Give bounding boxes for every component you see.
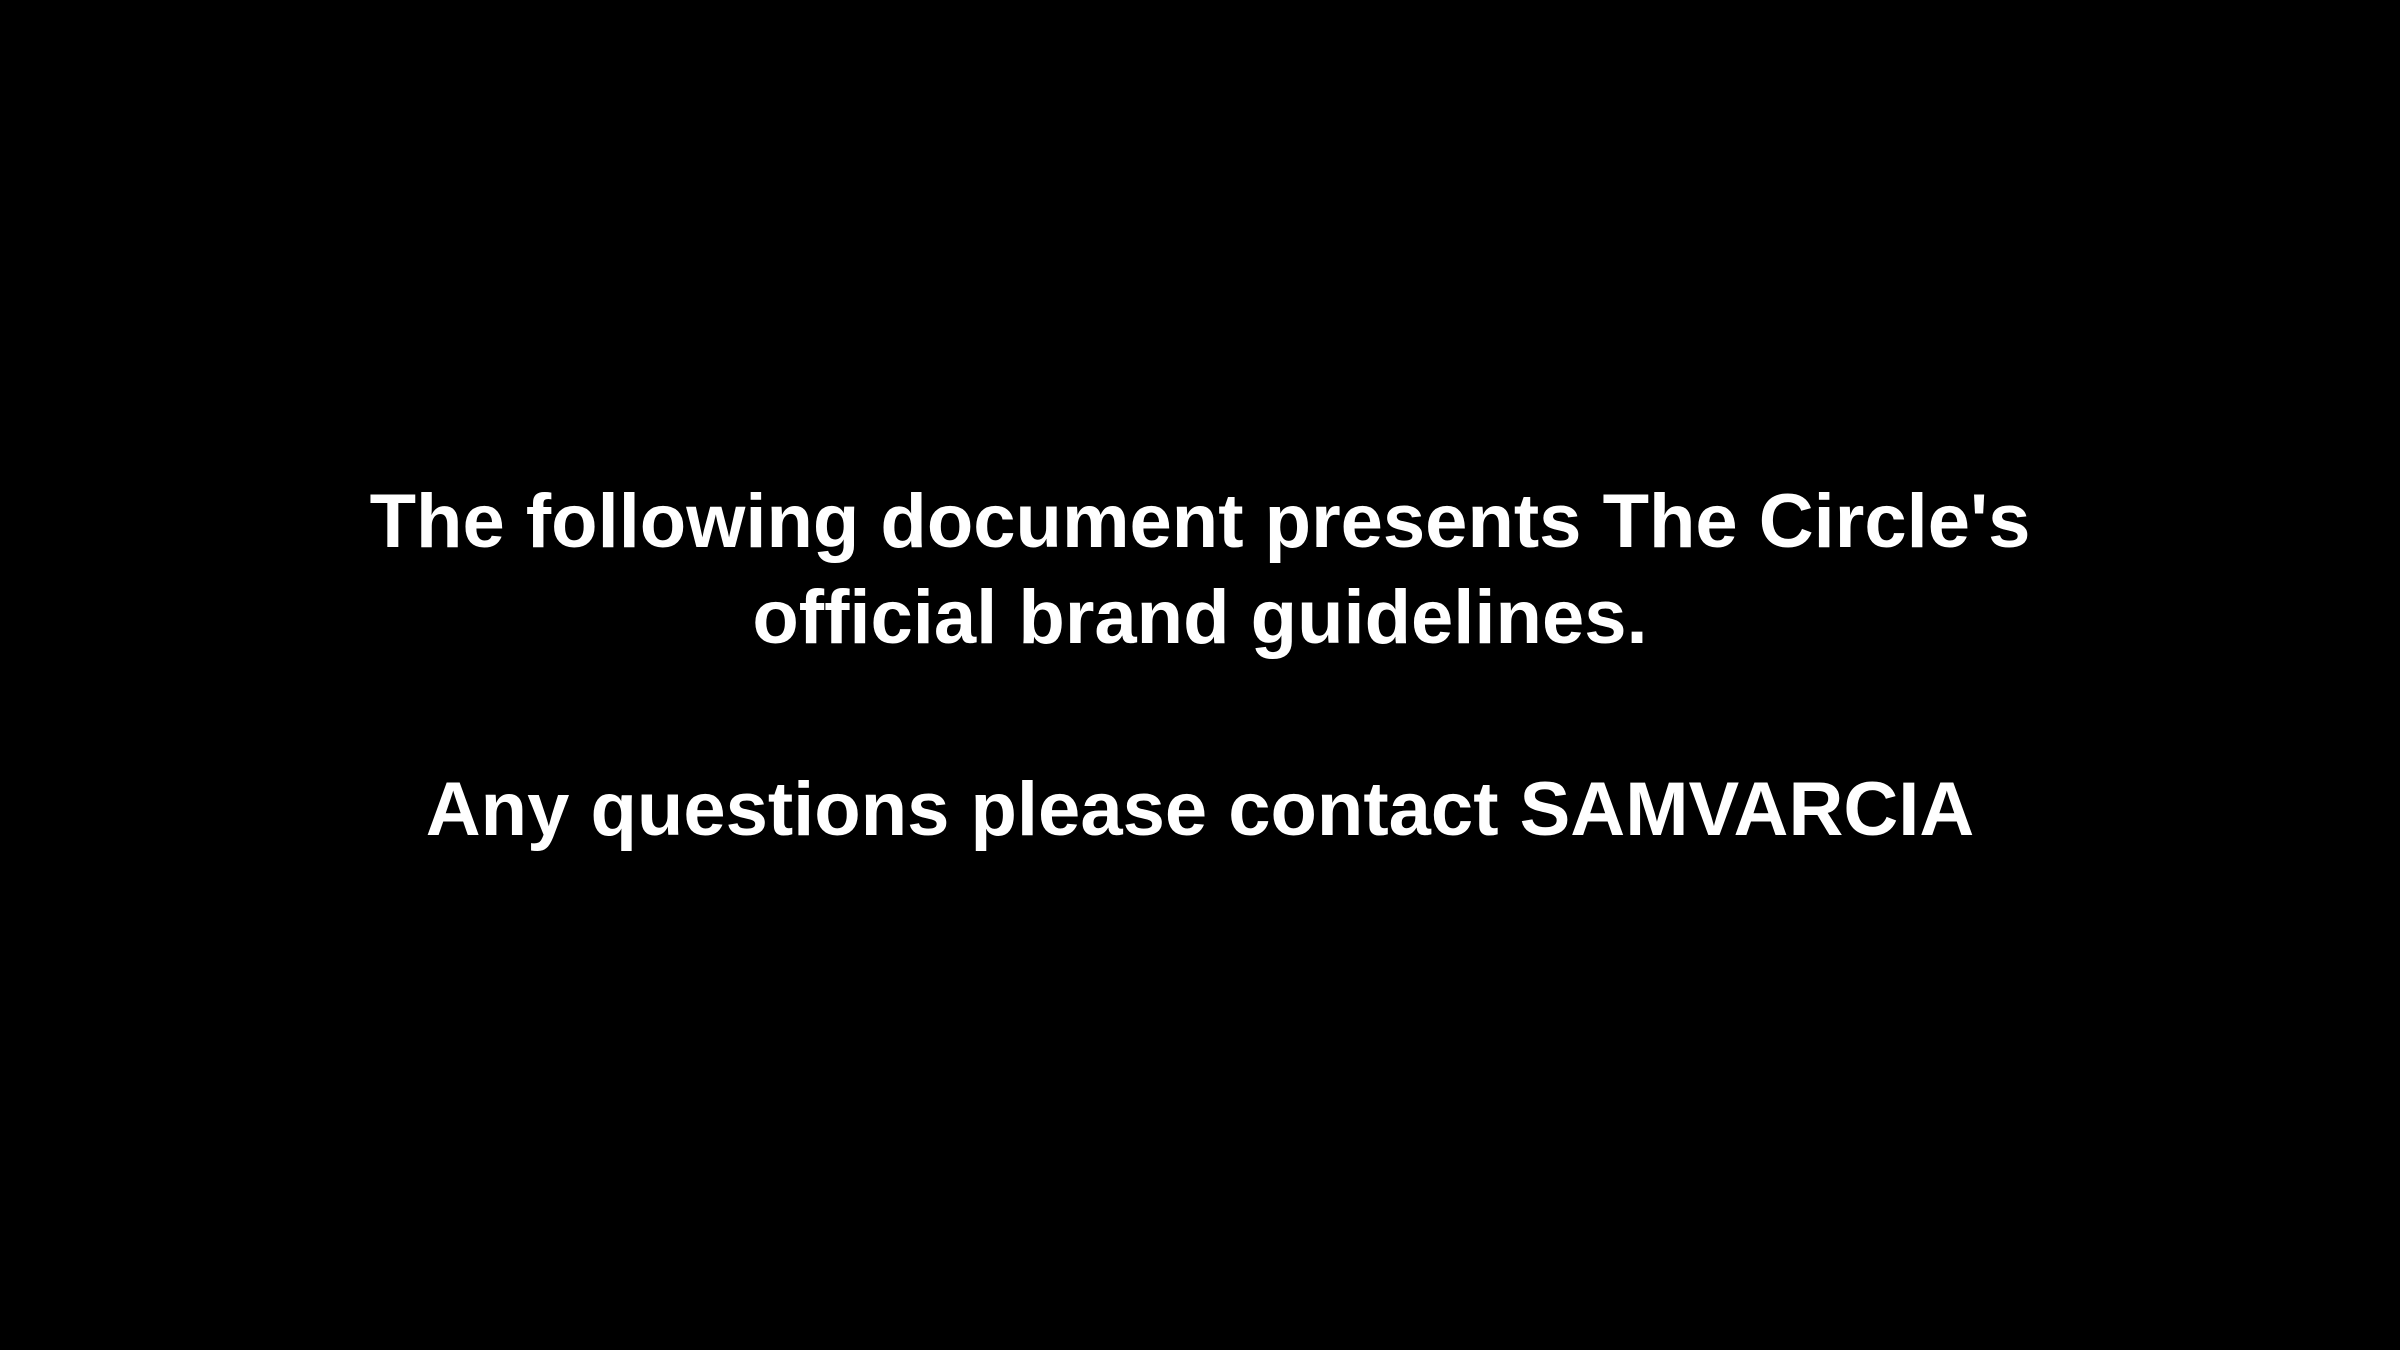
contact-text: Any questions please contact SAMVARCIA [425, 767, 1975, 852]
notice-slide: The following document presents The Circ… [0, 0, 2400, 1350]
intro-text-line-2: official brand guidelines. [752, 575, 1648, 660]
intro-text-line-1: The following document presents The Circ… [369, 479, 2031, 564]
